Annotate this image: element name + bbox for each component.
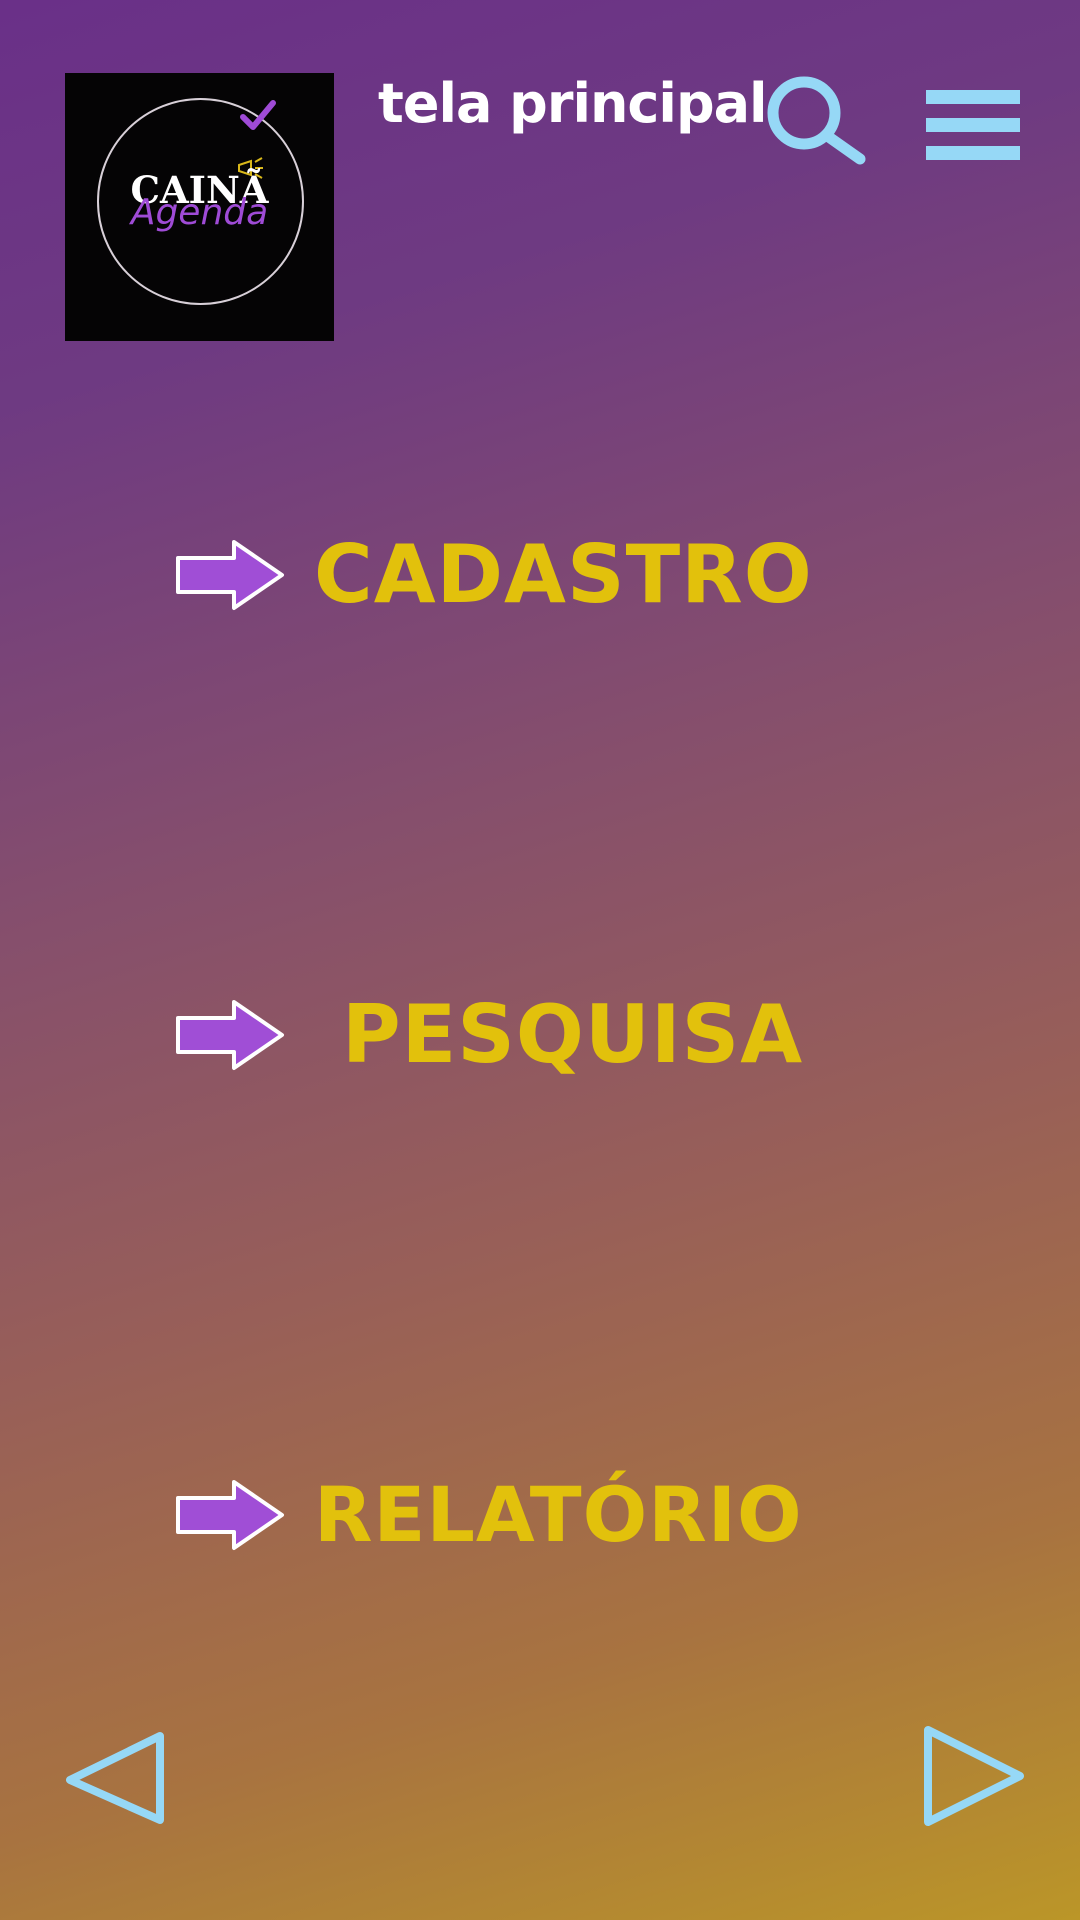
arrow-right-icon <box>176 1000 284 1070</box>
menu-item-cadastro[interactable]: CADASTRO <box>174 530 812 620</box>
menu-item-label: PESQUISA <box>342 988 804 1081</box>
triangle-left-icon[interactable] <box>62 1730 170 1826</box>
arrow-right-icon <box>176 1480 284 1550</box>
page-title: tela principal <box>378 72 768 135</box>
app-logo: CAINÃ Agenda <box>65 73 334 341</box>
menu-bar <box>926 90 1020 104</box>
menu-bar <box>926 118 1020 132</box>
triangle-right-icon[interactable] <box>918 1724 1030 1828</box>
menu-item-label: RELATÓRIO <box>314 1470 803 1559</box>
menu-item-label: CADASTRO <box>314 528 813 621</box>
menu-item-pesquisa[interactable]: PESQUISA <box>174 990 802 1080</box>
logo-subtitle: Agenda <box>130 192 269 233</box>
check-icon <box>240 100 276 130</box>
menu-item-relatorio[interactable]: RELATÓRIO <box>174 1470 802 1560</box>
search-icon[interactable] <box>762 75 868 167</box>
hamburger-menu-icon[interactable] <box>926 88 1020 162</box>
arrow-right-icon <box>176 540 284 610</box>
menu-bar <box>926 146 1020 160</box>
